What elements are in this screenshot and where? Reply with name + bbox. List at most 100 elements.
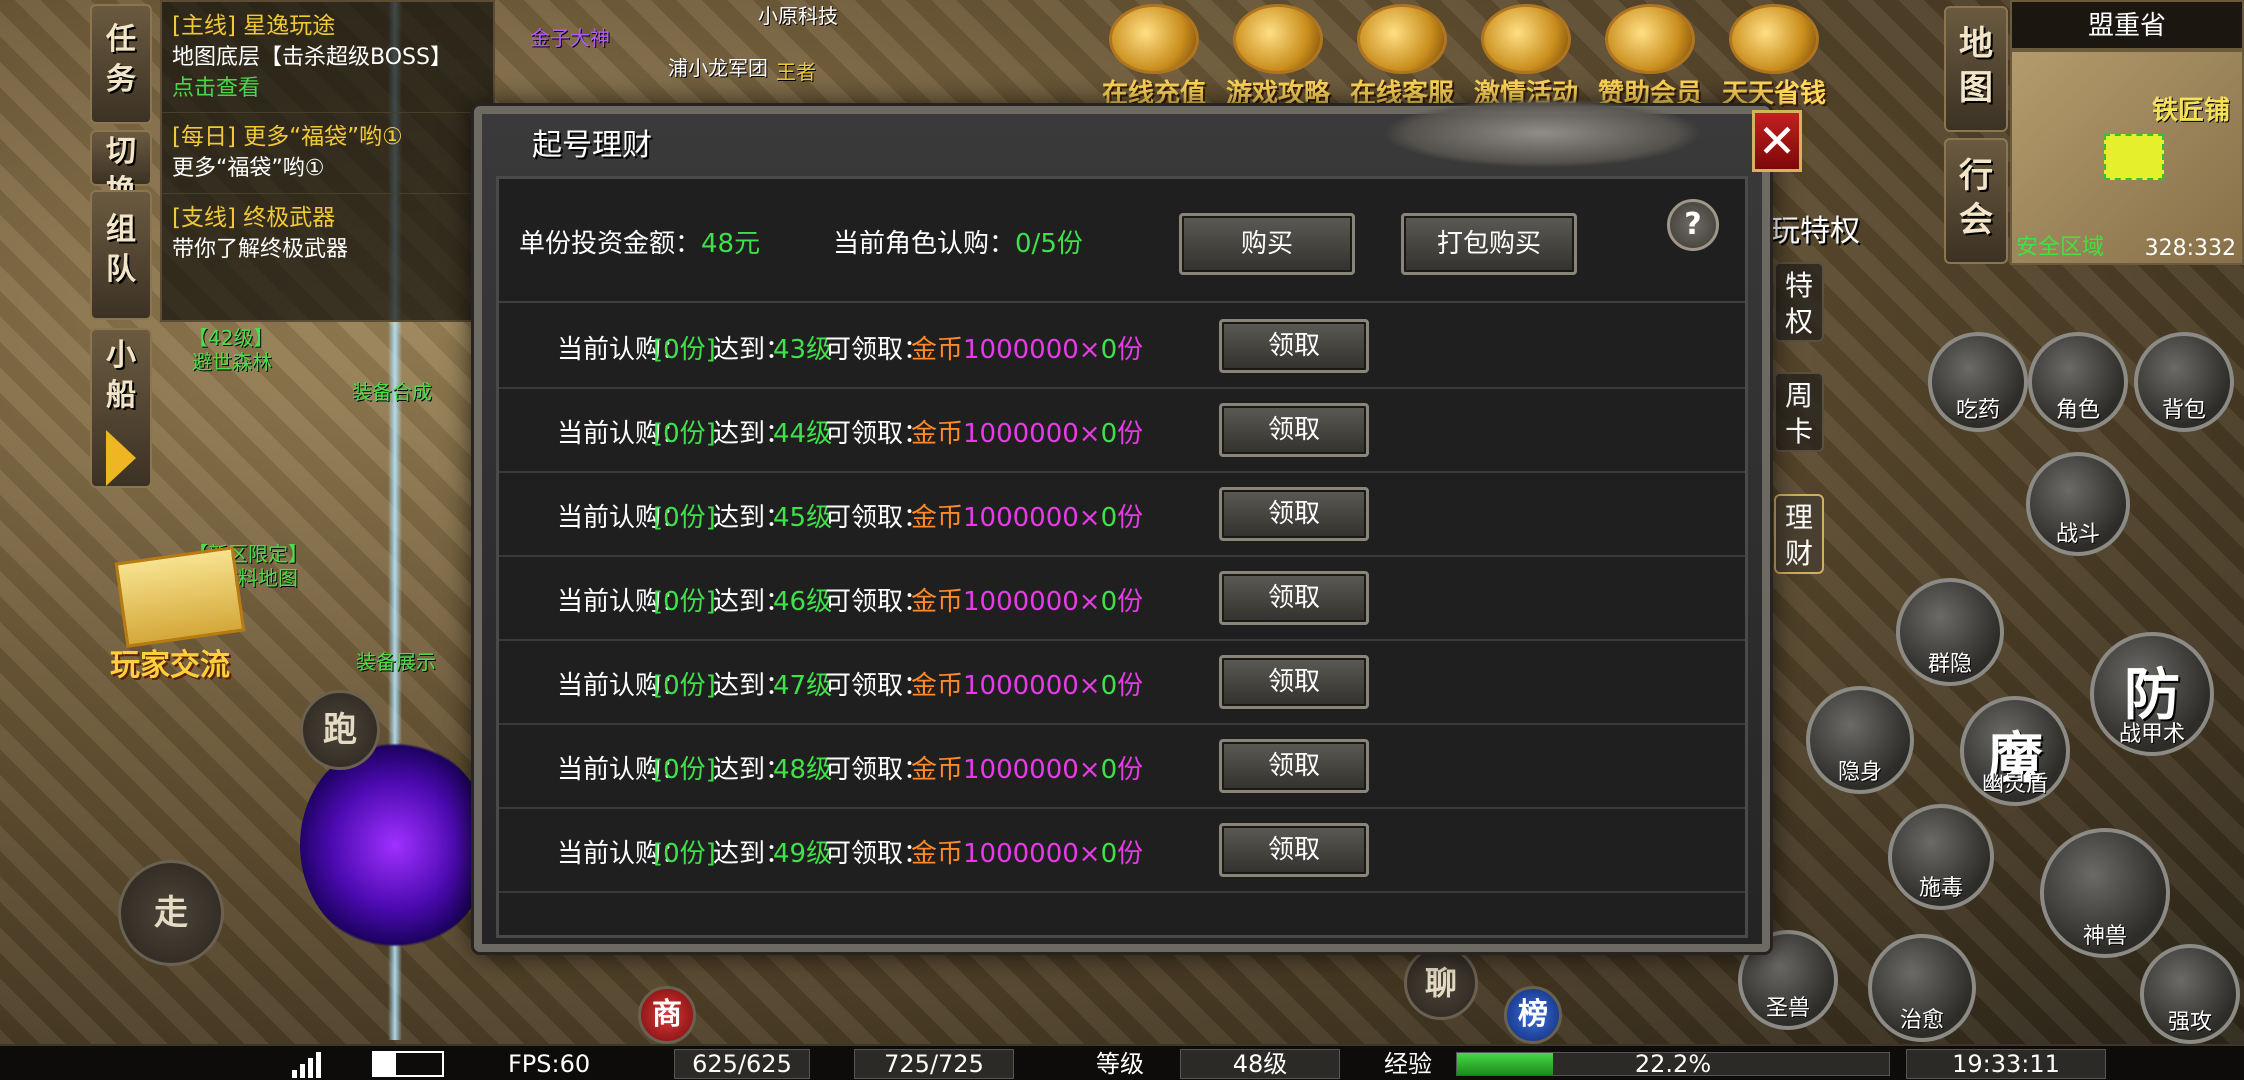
reward-row: 当前认购： [0份] 达到： 49级 可领取： 金币1000000×0份 领取	[499, 809, 1745, 893]
row-reward: 金币1000000×0份	[911, 749, 1143, 786]
current-sub-value: 0/5份	[1015, 229, 1083, 259]
claim-label: 领取	[1267, 331, 1320, 361]
chat-button[interactable]: 聊	[1404, 946, 1478, 1020]
tab-privilege[interactable]: 特权	[1774, 262, 1824, 342]
claim-button[interactable]: 领取	[1219, 739, 1369, 793]
teleport-portal[interactable]	[300, 740, 490, 950]
claim-button[interactable]: 领取	[1219, 403, 1369, 457]
reward-row: 当前认购： [0份] 达到： 43级 可领取： 金币1000000×0份 领取	[499, 305, 1745, 389]
role-button[interactable]: 角色	[2028, 332, 2128, 432]
quest-side[interactable]: [支线] 终极武器 带你了解终极武器	[162, 194, 493, 274]
tab-tasks-label: 任务	[106, 22, 136, 97]
reward-row: 当前认购： [0份] 达到： 47级 可领取： 金币1000000×0份 领取	[499, 641, 1745, 725]
skill-label: 神兽	[2082, 924, 2127, 949]
skill-heal[interactable]: 治愈	[1868, 934, 1976, 1042]
tab-finance[interactable]: 理财	[1774, 494, 1824, 574]
tab-guild[interactable]: 行会	[1944, 138, 2008, 264]
reward-currency: 金币	[911, 419, 964, 449]
reward-row: 当前认购： [0份] 达到： 45级 可领取： 金币1000000×0份 领取	[499, 473, 1745, 557]
fight-button[interactable]: 战斗	[2026, 452, 2130, 556]
exp-percent: 22.2%	[1634, 1050, 1712, 1078]
tab-tasks[interactable]: 任务	[90, 4, 152, 124]
claim-button[interactable]: 领取	[1219, 319, 1369, 373]
close-button[interactable]: ✕	[1752, 110, 1802, 172]
skill-poison[interactable]: 施毒	[1888, 804, 1994, 910]
skill-invisible[interactable]: 隐身	[1806, 686, 1914, 794]
bag-button[interactable]: 背包	[2134, 332, 2234, 432]
pack-buy-button[interactable]: 打包购买	[1401, 213, 1577, 275]
event-vip[interactable]: 赞助会员	[1591, 0, 1709, 110]
tab-finance-label: 理财	[1784, 501, 1813, 570]
tab-weekly[interactable]: 周卡	[1774, 372, 1824, 452]
skill-group-hide[interactable]: 群隐	[1896, 578, 2004, 686]
clock: 19:33:11	[1906, 1049, 2106, 1079]
reward-currency: 金币	[911, 587, 964, 617]
player-exchange-button[interactable]: 玩家交流	[110, 546, 250, 684]
event-save[interactable]: 天天省钱	[1715, 0, 1833, 110]
support-icon	[1357, 4, 1447, 74]
row-level: 49级	[773, 839, 833, 869]
claim-label: 领取	[1267, 667, 1320, 697]
skill-label: 治愈	[1899, 1008, 1944, 1033]
claim-button[interactable]: 领取	[1219, 571, 1369, 625]
quest-link[interactable]: 点击查看	[172, 74, 483, 104]
quest-daily[interactable]: [每日] 更多“福袋”哟① 更多“福袋”哟①	[162, 113, 493, 194]
skill-label: 强攻	[2167, 1010, 2212, 1035]
event-activity[interactable]: 激情活动	[1467, 0, 1585, 110]
world-label-xiaoyuan: 小原科技	[758, 4, 838, 28]
world-label-forest[interactable]: 避世森林	[192, 346, 272, 375]
tab-team[interactable]: 组队	[90, 190, 152, 320]
walk-joystick[interactable]: 走	[118, 860, 224, 966]
tab-boat[interactable]: 小船	[90, 328, 152, 488]
world-label-dragon-army: 浦小龙军团	[668, 56, 768, 80]
skill-ghost-shield[interactable]: 魔幽灵盾	[1960, 696, 2070, 806]
claim-button[interactable]: 领取	[1219, 823, 1369, 877]
tab-map[interactable]: 地图	[1944, 6, 2008, 132]
skill-summon[interactable]: 神兽	[2040, 828, 2170, 958]
signal-icon	[292, 1048, 321, 1078]
skill-strong-attack[interactable]: 强攻	[2140, 944, 2240, 1044]
vip-icon	[1605, 4, 1695, 74]
quest-title: [主线] 星逸玩途	[172, 13, 336, 39]
claim-button[interactable]: 领取	[1219, 655, 1369, 709]
play-privilege-label[interactable]: 玩特权	[1770, 206, 1860, 250]
run-button[interactable]: 跑	[300, 690, 380, 770]
event-guide[interactable]: 游戏攻略	[1219, 0, 1337, 110]
row-level: 44级	[773, 419, 833, 449]
drug-button[interactable]: 吃药	[1928, 332, 2028, 432]
event-label: 游戏攻略	[1225, 79, 1330, 109]
row-level: 48级	[773, 755, 833, 785]
event-recharge[interactable]: 在线充值	[1095, 0, 1213, 110]
event-icon-row: 在线充值 游戏攻略 在线客服 激情活动 赞助会员 天天省钱	[1095, 0, 1925, 110]
skill-defense[interactable]: 防战甲术	[2090, 632, 2214, 756]
quest-title: [支线] 终极武器	[172, 205, 336, 231]
quest-main[interactable]: [主线] 星逸玩途 地图底层【击杀超级BOSS】 点击查看	[162, 2, 493, 113]
tab-privilege-label: 特权	[1784, 269, 1813, 338]
reward-count: 0	[1100, 755, 1118, 785]
row-level: 45级	[773, 503, 833, 533]
shop-button[interactable]: 商	[638, 986, 696, 1044]
expand-arrow-icon	[106, 430, 136, 486]
row-sub-value: [0份]	[653, 839, 716, 869]
fps-counter: FPS:60	[508, 1050, 591, 1078]
reward-amount: 1000000×	[963, 335, 1101, 365]
exp-label: 经验	[1384, 1050, 1432, 1078]
event-label: 天天省钱	[1721, 79, 1826, 109]
row-reward: 金币1000000×0份	[911, 581, 1143, 618]
world-label-equip-synth[interactable]: 装备合成	[352, 376, 432, 405]
quest-title: [每日] 更多“福袋”哟①	[172, 124, 403, 150]
minimap-coordinates: 328:332	[2144, 236, 2236, 261]
row-reward: 金币1000000×0份	[911, 413, 1143, 450]
row-sub-value: [0份]	[653, 503, 716, 533]
run-label: 跑	[323, 710, 357, 750]
help-button[interactable]: ?	[1667, 199, 1719, 251]
tab-switch[interactable]: 切换	[90, 130, 152, 209]
reward-row: 当前认购： [0份] 达到： 48级 可领取： 金币1000000×0份 领取	[499, 725, 1745, 809]
world-label-equip-show[interactable]: 装备展示	[356, 646, 436, 675]
event-support[interactable]: 在线客服	[1343, 0, 1461, 110]
rank-button[interactable]: 榜	[1504, 986, 1562, 1044]
minimap[interactable]: 铁匠铺 安全区域 328:332	[2010, 50, 2244, 265]
buy-button[interactable]: 购买	[1179, 213, 1355, 275]
rank-label: 榜	[1518, 997, 1548, 1032]
claim-button[interactable]: 领取	[1219, 487, 1369, 541]
